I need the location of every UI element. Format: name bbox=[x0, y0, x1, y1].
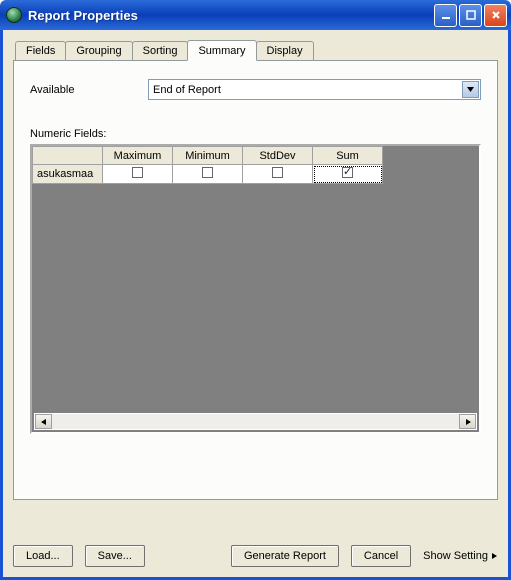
minimize-icon bbox=[441, 10, 451, 20]
tabstrip: Fields Grouping Sorting Summary Display bbox=[15, 38, 498, 60]
horizontal-scrollbar[interactable] bbox=[34, 413, 477, 430]
tab-fields[interactable]: Fields bbox=[15, 41, 66, 60]
generate-report-button[interactable]: Generate Report bbox=[231, 545, 339, 567]
checkbox-icon bbox=[202, 167, 213, 178]
tab-summary[interactable]: Summary bbox=[187, 40, 256, 61]
maximize-button[interactable] bbox=[459, 4, 482, 27]
tab-display[interactable]: Display bbox=[256, 41, 314, 60]
scroll-left-button[interactable] bbox=[35, 414, 52, 429]
button-row: Load... Save... Generate Report Cancel S… bbox=[13, 545, 498, 567]
triangle-right-icon bbox=[490, 552, 498, 560]
available-label: Available bbox=[30, 84, 120, 96]
tab-grouping[interactable]: Grouping bbox=[65, 41, 132, 60]
scroll-right-button[interactable] bbox=[459, 414, 476, 429]
checkbox-icon bbox=[272, 167, 283, 178]
scroll-track[interactable] bbox=[52, 414, 459, 429]
grid-header-row: Maximum Minimum StdDev Sum bbox=[33, 147, 383, 165]
numeric-fields-grid: Maximum Minimum StdDev Sum asukasmaa bbox=[30, 144, 481, 434]
col-maximum[interactable]: Maximum bbox=[103, 147, 173, 165]
show-settings-label: Show Setting bbox=[423, 550, 488, 562]
grid-table: Maximum Minimum StdDev Sum asukasmaa bbox=[32, 146, 383, 184]
checkbox-checked-icon bbox=[342, 167, 353, 178]
save-label: Save... bbox=[98, 550, 132, 562]
app-icon bbox=[6, 7, 22, 23]
dropdown-button[interactable] bbox=[462, 81, 479, 98]
triangle-right-icon bbox=[464, 418, 472, 426]
minimize-button[interactable] bbox=[434, 4, 457, 27]
col-minimum[interactable]: Minimum bbox=[173, 147, 243, 165]
close-icon bbox=[491, 10, 501, 20]
grid-corner bbox=[33, 147, 103, 165]
window-title: Report Properties bbox=[28, 8, 434, 23]
close-button[interactable] bbox=[484, 4, 507, 27]
cell-stddev[interactable] bbox=[243, 165, 313, 184]
checkbox-icon bbox=[132, 167, 143, 178]
save-button[interactable]: Save... bbox=[85, 545, 145, 567]
numeric-fields-label: Numeric Fields: bbox=[30, 128, 481, 140]
col-stddev[interactable]: StdDev bbox=[243, 147, 313, 165]
titlebar: Report Properties bbox=[0, 0, 511, 30]
available-row: Available End of Report bbox=[30, 79, 481, 100]
cell-maximum[interactable] bbox=[103, 165, 173, 184]
col-sum[interactable]: Sum bbox=[313, 147, 383, 165]
tab-panel-summary: Available End of Report Numeric Fields: … bbox=[13, 60, 498, 500]
chevron-down-icon bbox=[466, 85, 475, 94]
cell-minimum[interactable] bbox=[173, 165, 243, 184]
tab-sorting[interactable]: Sorting bbox=[132, 41, 189, 60]
client-area: Fields Grouping Sorting Summary Display … bbox=[0, 30, 511, 580]
window-buttons bbox=[434, 4, 507, 27]
row-name[interactable]: asukasmaa bbox=[33, 165, 103, 184]
show-settings-link[interactable]: Show Setting bbox=[423, 550, 498, 562]
generate-label: Generate Report bbox=[244, 550, 326, 562]
cell-sum[interactable] bbox=[313, 165, 383, 184]
triangle-left-icon bbox=[40, 418, 48, 426]
maximize-icon bbox=[466, 10, 476, 20]
load-button[interactable]: Load... bbox=[13, 545, 73, 567]
load-label: Load... bbox=[26, 550, 60, 562]
cancel-button[interactable]: Cancel bbox=[351, 545, 411, 567]
dropdown-value: End of Report bbox=[153, 84, 462, 96]
available-dropdown[interactable]: End of Report bbox=[148, 79, 481, 100]
table-row: asukasmaa bbox=[33, 165, 383, 184]
